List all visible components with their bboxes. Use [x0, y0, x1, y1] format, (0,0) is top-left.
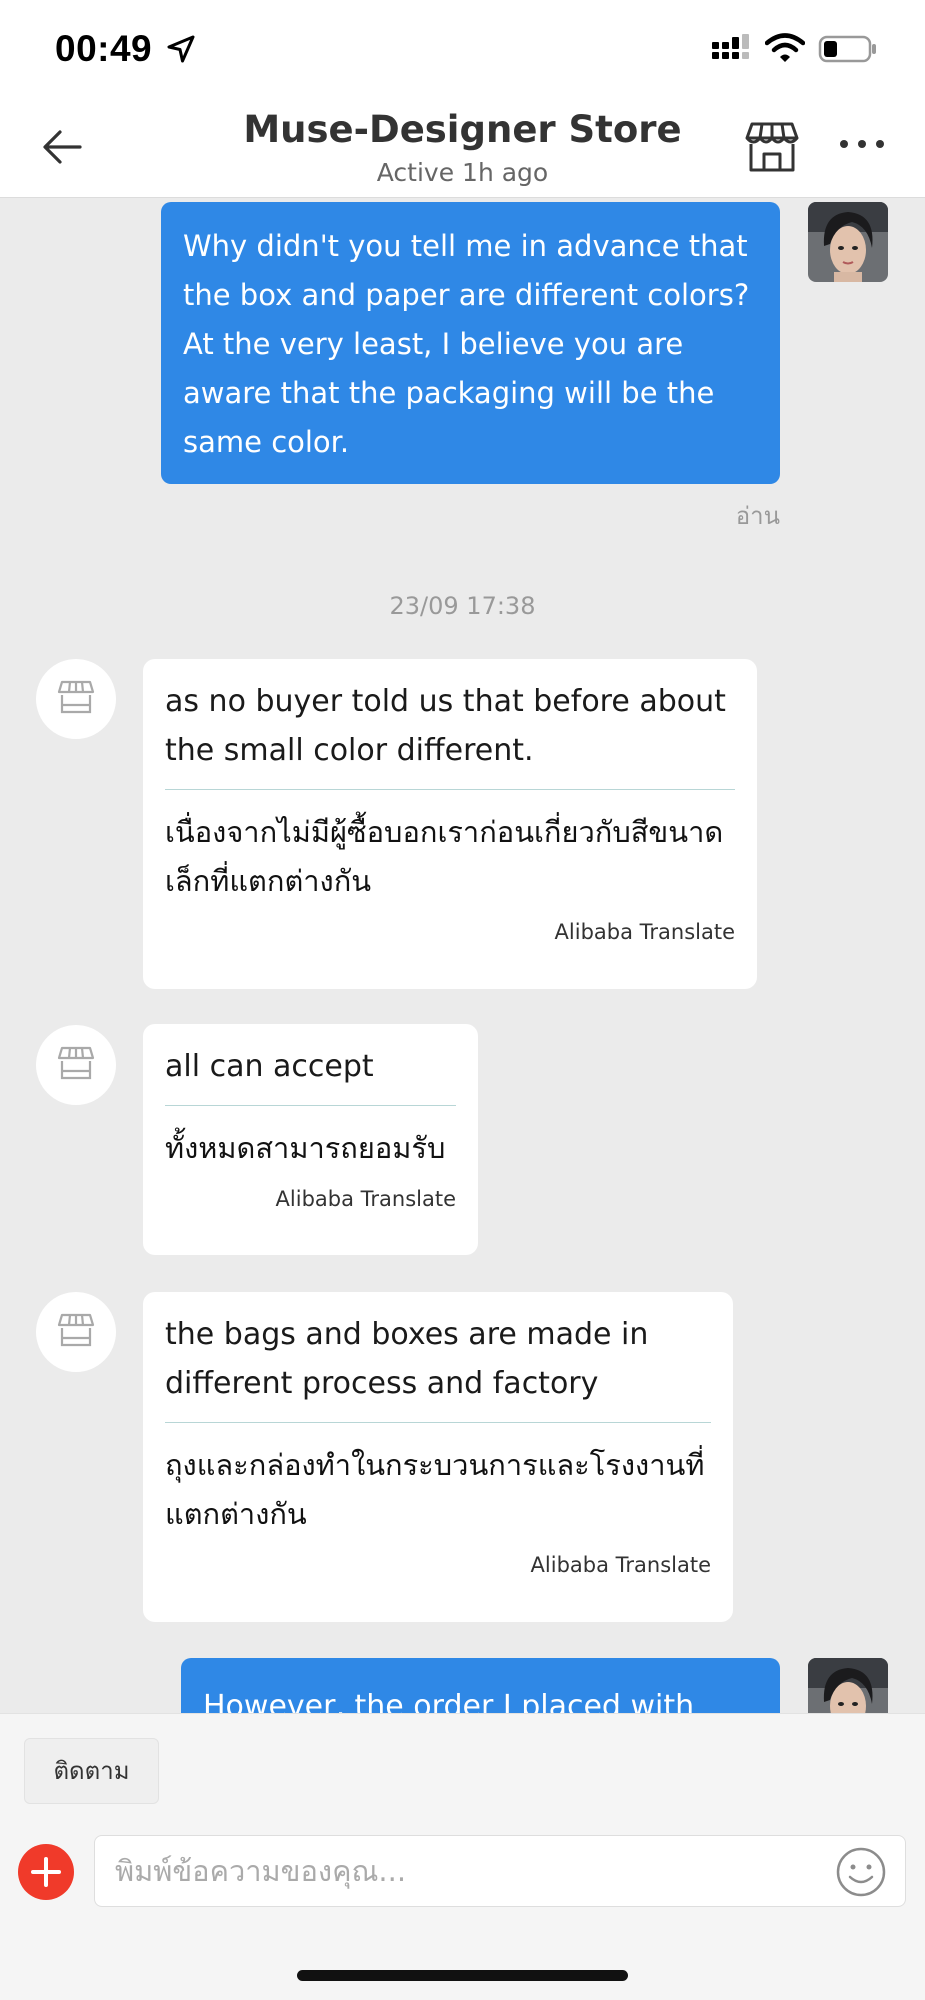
- translation-source: Alibaba Translate: [275, 1187, 456, 1211]
- status-bar: 00:49: [0, 0, 925, 100]
- store-avatar-icon: [57, 1046, 95, 1080]
- outgoing-message[interactable]: However, the order I placed with your: [181, 1658, 780, 1713]
- store-avatar-icon: [57, 1313, 95, 1347]
- store-avatar-icon: [57, 680, 95, 714]
- user-avatar[interactable]: [808, 1658, 888, 1713]
- more-dots-icon[interactable]: [838, 134, 886, 154]
- location-arrow-icon: [167, 35, 195, 63]
- store-avatar[interactable]: [36, 1025, 116, 1105]
- message-input[interactable]: [115, 1844, 815, 1898]
- translation-source: Alibaba Translate: [530, 1553, 711, 1577]
- incoming-message[interactable]: all can accept ทั้งหมดสามารถยอมรับ Aliba…: [143, 1024, 478, 1255]
- outgoing-message-text: However, the order I placed with your: [203, 1689, 695, 1713]
- message-text: as no buyer told us that before about th…: [165, 684, 726, 768]
- battery-icon: [818, 35, 876, 63]
- outgoing-message[interactable]: Why didn't you tell me in advance that t…: [161, 202, 780, 484]
- chat-messages[interactable]: Why didn't you tell me in advance that t…: [0, 199, 925, 1713]
- emoji-icon[interactable]: [835, 1846, 887, 1898]
- incoming-message[interactable]: the bags and boxes are made in different…: [143, 1292, 733, 1622]
- store-avatar[interactable]: [36, 1292, 116, 1372]
- user-avatar[interactable]: [808, 202, 888, 282]
- store-avatar[interactable]: [36, 659, 116, 739]
- translation-divider: [165, 1105, 456, 1106]
- follow-button[interactable]: ติดตาม: [24, 1738, 159, 1804]
- wifi-icon: [765, 33, 805, 62]
- chat-header: Muse-Designer Store Active 1h ago: [0, 100, 925, 198]
- add-attachment-button[interactable]: [18, 1844, 74, 1900]
- translation-source: Alibaba Translate: [554, 920, 735, 944]
- composer-bar: ติดตาม: [0, 1713, 925, 2000]
- outgoing-message-text: Why didn't you tell me in advance that t…: [183, 229, 750, 459]
- signal-icon: [712, 34, 749, 59]
- home-indicator[interactable]: [297, 1970, 628, 1981]
- store-icon[interactable]: [744, 118, 800, 174]
- message-translation: เนื่องจากไม่มีผู้ซื้อบอกเราก่อนเกี่ยวกับ…: [165, 815, 724, 898]
- user-photo-icon: [808, 202, 888, 282]
- user-photo-icon: [808, 1658, 888, 1713]
- translation-divider: [165, 789, 735, 790]
- translation-divider: [165, 1422, 711, 1423]
- message-translation: ทั้งหมดสามารถยอมรับ: [165, 1131, 446, 1165]
- message-input-container[interactable]: [94, 1835, 906, 1907]
- plus-icon: [31, 1857, 61, 1887]
- chat-timestamp: 23/09 17:38: [389, 592, 536, 620]
- message-text: the bags and boxes are made in different…: [165, 1317, 649, 1401]
- incoming-message[interactable]: as no buyer told us that before about th…: [143, 659, 757, 989]
- message-translation: ถุงและกล่องทำในกระบวนการและโรงงานที่แตกต…: [165, 1448, 705, 1531]
- read-receipt: อ่าน: [735, 502, 780, 530]
- status-time: 00:49: [55, 28, 153, 69]
- message-text: all can accept: [165, 1049, 374, 1084]
